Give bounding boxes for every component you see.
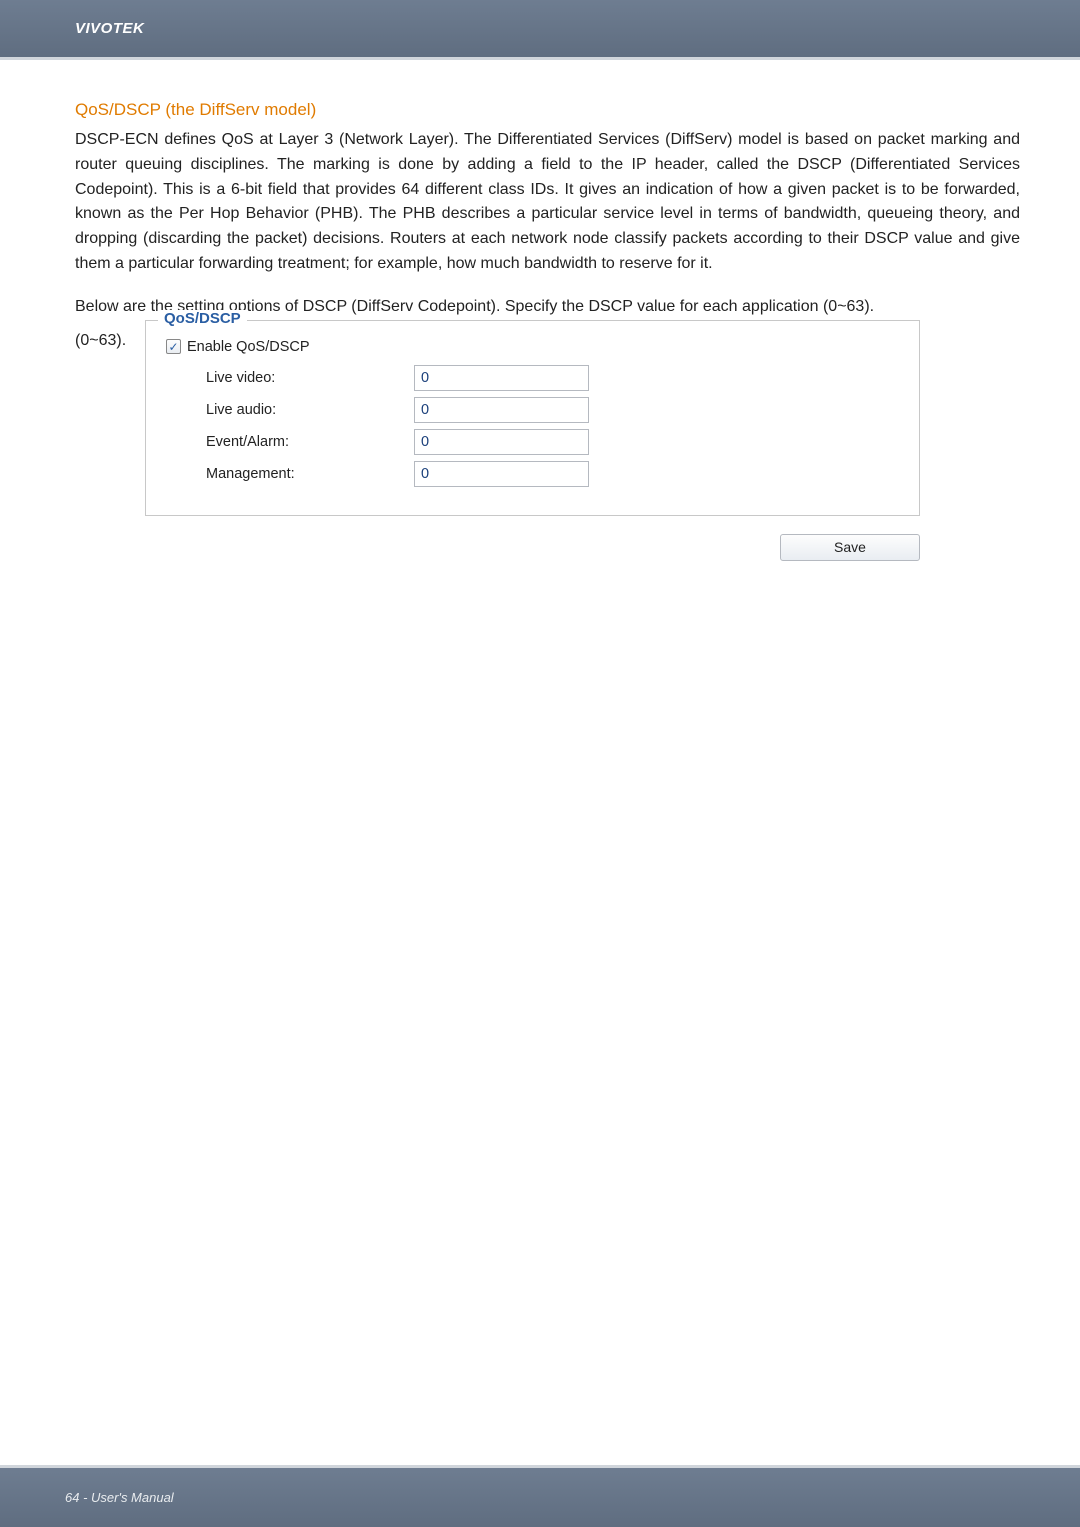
footer-text: 64 - User's Manual: [65, 1490, 174, 1505]
management-input[interactable]: 0: [414, 461, 589, 487]
management-label: Management:: [164, 466, 414, 482]
range-prefix: (0~63).: [75, 320, 145, 350]
event-alarm-label: Event/Alarm:: [164, 434, 414, 450]
live-video-input[interactable]: 0: [414, 365, 589, 391]
qos-dscp-panel: QoS/DSCP ✓ Enable QoS/DSCP Live video: 0…: [145, 320, 920, 516]
live-audio-label: Live audio:: [164, 402, 414, 418]
enable-qos-checkbox[interactable]: ✓: [166, 339, 181, 354]
enable-qos-label: Enable QoS/DSCP: [187, 339, 310, 355]
page-content: QoS/DSCP (the DiffServ model) DSCP-ECN d…: [0, 60, 1080, 561]
live-audio-input[interactable]: 0: [414, 397, 589, 423]
panel-legend: QoS/DSCP: [158, 310, 247, 327]
section-title: QoS/DSCP (the DiffServ model): [75, 100, 1020, 120]
save-button[interactable]: Save: [780, 534, 920, 561]
footer-bar: 64 - User's Manual: [0, 1465, 1080, 1527]
event-alarm-input[interactable]: 0: [414, 429, 589, 455]
paragraph-dscp-description: DSCP-ECN defines QoS at Layer 3 (Network…: [75, 128, 1020, 277]
header-bar: VIVOTEK: [0, 0, 1080, 60]
live-video-label: Live video:: [164, 370, 414, 386]
brand-label: VIVOTEK: [75, 20, 144, 37]
